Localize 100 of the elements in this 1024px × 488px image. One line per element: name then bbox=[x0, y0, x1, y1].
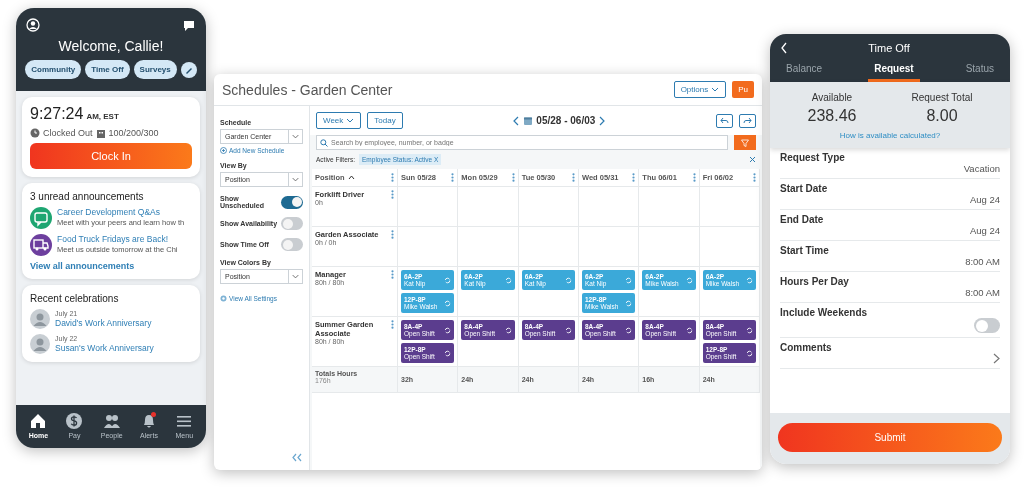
collapse-icon[interactable] bbox=[291, 453, 303, 462]
kebab-icon[interactable] bbox=[753, 173, 756, 182]
card-title: 3 unread announcements bbox=[30, 191, 145, 202]
toggle-switch[interactable] bbox=[974, 318, 1000, 333]
announcement-title[interactable]: Food Truck Fridays are Back! bbox=[57, 234, 178, 244]
date-range: 05/28 - 06/03 bbox=[536, 115, 596, 126]
celebration-title[interactable]: Susan's Work Anniversary bbox=[55, 343, 154, 353]
chevron-down-icon bbox=[288, 130, 302, 143]
kebab-icon[interactable] bbox=[391, 230, 394, 239]
sync-icon bbox=[746, 276, 753, 284]
sync-icon bbox=[685, 276, 693, 284]
kebab-icon[interactable] bbox=[391, 190, 394, 199]
dollar-coin-icon bbox=[65, 412, 84, 430]
chevron-down-icon bbox=[346, 117, 355, 124]
chat-bubble-icon[interactable] bbox=[182, 18, 196, 32]
chevron-left-icon[interactable] bbox=[512, 115, 521, 126]
redo-icon bbox=[743, 116, 752, 125]
toggle-switch[interactable] bbox=[281, 238, 303, 251]
field-label: Start Time bbox=[780, 245, 830, 256]
gear-icon bbox=[220, 295, 227, 302]
field-label: Hours Per Day bbox=[780, 276, 850, 287]
sync-icon bbox=[625, 276, 633, 284]
filter-button[interactable] bbox=[734, 135, 756, 150]
sync-icon bbox=[565, 326, 572, 334]
field-label: End Date bbox=[780, 214, 825, 225]
close-icon[interactable] bbox=[749, 156, 756, 163]
plus-circle-icon bbox=[220, 147, 227, 154]
kebab-icon[interactable] bbox=[391, 270, 394, 279]
kebab-icon[interactable] bbox=[692, 173, 696, 182]
avatar-icon bbox=[30, 334, 50, 354]
field-value[interactable]: Aug 24 bbox=[969, 225, 1000, 236]
window-title: Schedules - Garden Center bbox=[222, 81, 393, 98]
week-button[interactable]: Week bbox=[316, 112, 362, 129]
chevron-down-icon bbox=[288, 173, 302, 186]
balance-label: Available bbox=[811, 92, 853, 103]
tab[interactable]: Balance bbox=[780, 60, 829, 82]
kebab-icon[interactable] bbox=[511, 173, 515, 182]
chevron-right-icon[interactable] bbox=[993, 353, 1000, 364]
quick-link-button[interactable]: Community bbox=[25, 60, 82, 79]
location-code: 100/200/300 bbox=[108, 128, 159, 138]
chevron-down-icon bbox=[288, 270, 302, 283]
balance-value: 8.00 bbox=[926, 107, 958, 125]
undo-icon bbox=[720, 116, 729, 125]
kebab-icon[interactable] bbox=[632, 173, 636, 182]
sync-icon bbox=[746, 349, 753, 357]
balance-label: Request Total bbox=[911, 92, 973, 103]
sync-icon bbox=[746, 326, 753, 334]
field-value[interactable]: Aug 24 bbox=[969, 194, 1000, 205]
clock-status: Clocked Out bbox=[43, 128, 93, 138]
toggle-switch[interactable] bbox=[281, 195, 303, 209]
toggle-switch[interactable] bbox=[281, 217, 303, 230]
sync-icon bbox=[685, 326, 693, 334]
chevron-down-icon bbox=[711, 86, 720, 93]
kebab-icon[interactable] bbox=[572, 173, 575, 182]
sync-icon bbox=[565, 276, 572, 284]
field-label: Include Weekends bbox=[780, 307, 869, 318]
avatar-icon bbox=[30, 309, 50, 329]
quick-link-button[interactable]: Surveys bbox=[133, 60, 177, 79]
tab[interactable]: Status bbox=[959, 60, 1000, 82]
sync-icon bbox=[444, 326, 452, 334]
sync-icon bbox=[444, 276, 452, 284]
time-zone: AM, EST bbox=[86, 112, 119, 121]
celebration-title[interactable]: David's Work Anniversary bbox=[55, 318, 152, 328]
clock-icon bbox=[30, 128, 40, 138]
sync-icon bbox=[444, 349, 452, 357]
calendar-icon bbox=[523, 115, 534, 126]
options-button[interactable]: Options bbox=[673, 81, 727, 98]
clock-time: 9:27:24 bbox=[30, 105, 84, 123]
back-icon[interactable] bbox=[780, 42, 788, 54]
building-icon bbox=[95, 128, 106, 138]
kebab-icon[interactable] bbox=[391, 173, 394, 182]
sort-up-icon[interactable] bbox=[347, 175, 355, 180]
home-icon bbox=[29, 412, 48, 430]
announcement-title[interactable]: Career Development Q&As bbox=[57, 207, 185, 217]
kebab-icon[interactable] bbox=[391, 320, 394, 329]
truck-icon bbox=[30, 234, 52, 256]
chevron-right-icon[interactable] bbox=[598, 115, 607, 126]
greeting-text: Welcome, Callie! bbox=[58, 38, 164, 54]
sync-icon bbox=[444, 299, 452, 307]
quick-link-button[interactable]: Time Off bbox=[85, 60, 130, 79]
sync-icon bbox=[625, 326, 633, 334]
edit-button[interactable] bbox=[180, 61, 197, 78]
funnel-icon bbox=[741, 138, 749, 147]
kebab-icon[interactable] bbox=[451, 173, 455, 182]
screen-title: Time Off bbox=[867, 42, 911, 54]
chat-icon bbox=[30, 207, 52, 229]
field-value[interactable]: 8:00 AM bbox=[965, 256, 1000, 267]
field-label: Request Type bbox=[780, 152, 846, 163]
sync-icon bbox=[625, 299, 633, 307]
people-icon bbox=[102, 412, 121, 430]
today-button[interactable]: Today bbox=[367, 112, 403, 129]
sync-icon bbox=[504, 276, 512, 284]
redo-button[interactable] bbox=[739, 113, 756, 128]
field-value[interactable]: Vacation bbox=[963, 163, 1000, 174]
field-value[interactable]: 8:00 AM bbox=[965, 287, 1000, 298]
user-icon[interactable] bbox=[26, 18, 40, 32]
undo-button[interactable] bbox=[716, 113, 733, 128]
field-label: Start Date bbox=[780, 183, 829, 194]
sync-icon bbox=[504, 326, 512, 334]
view-all-link[interactable]: View all announcements bbox=[30, 261, 192, 271]
